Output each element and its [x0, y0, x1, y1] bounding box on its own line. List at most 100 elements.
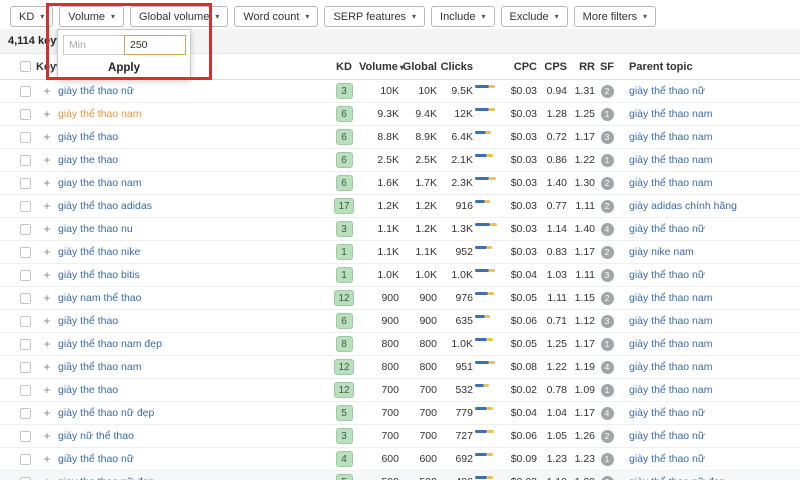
row-checkbox[interactable]	[20, 293, 31, 304]
keyword-link[interactable]: giày thể thao nike	[58, 246, 140, 258]
row-checkbox[interactable]	[20, 316, 31, 327]
row-checkbox[interactable]	[20, 247, 31, 258]
serp-features-badge[interactable]: 2	[601, 292, 614, 305]
serp-features-badge[interactable]: 3	[601, 131, 614, 144]
add-to-list-icon[interactable]: +	[36, 338, 58, 350]
keyword-link[interactable]: giày thể thao bitis	[58, 269, 140, 281]
serp-features-badge[interactable]: 3	[601, 315, 614, 328]
keyword-link[interactable]: giay the thao nam	[58, 177, 141, 189]
row-checkbox[interactable]	[20, 270, 31, 281]
row-checkbox[interactable]	[20, 339, 31, 350]
header-sf[interactable]: SF	[595, 61, 619, 73]
row-checkbox[interactable]	[20, 109, 31, 120]
parent-topic-link[interactable]: giày thể thao nữ	[629, 453, 705, 465]
row-checkbox[interactable]	[20, 155, 31, 166]
serp-features-badge[interactable]: 2	[601, 246, 614, 259]
header-clicks[interactable]: Clicks	[437, 61, 473, 73]
add-to-list-icon[interactable]: +	[36, 154, 58, 166]
serp-features-badge[interactable]: 3	[601, 269, 614, 282]
filter-button-more-filters[interactable]: More filters ▾	[574, 6, 656, 27]
keyword-link[interactable]: giày thể thao nam	[58, 108, 141, 120]
row-checkbox[interactable]	[20, 224, 31, 235]
parent-topic-link[interactable]: giày thể thao nam	[629, 292, 712, 304]
row-checkbox[interactable]	[20, 408, 31, 419]
serp-features-badge[interactable]: 2	[601, 85, 614, 98]
keyword-link[interactable]: giày thể thao	[58, 131, 118, 143]
parent-topic-link[interactable]: giày thể thao nữ	[629, 223, 705, 235]
add-to-list-icon[interactable]: +	[36, 200, 58, 212]
parent-topic-link[interactable]: giày thể thao nam	[629, 177, 712, 189]
volume-min-input[interactable]	[63, 35, 125, 55]
header-rr[interactable]: RR	[567, 61, 595, 73]
serp-features-badge[interactable]: 1	[601, 338, 614, 351]
serp-features-badge[interactable]: 1	[601, 154, 614, 167]
row-checkbox[interactable]	[20, 454, 31, 465]
keyword-link[interactable]: giày nữ thể thao	[58, 430, 134, 442]
parent-topic-link[interactable]: giày thể thao nam	[629, 315, 712, 327]
parent-topic-link[interactable]: giày thể thao nam	[629, 384, 712, 396]
add-to-list-icon[interactable]: +	[36, 407, 58, 419]
serp-features-badge[interactable]: 1	[601, 108, 614, 121]
add-to-list-icon[interactable]: +	[36, 223, 58, 235]
parent-topic-link[interactable]: giày thể thao nữ	[629, 430, 705, 442]
add-to-list-icon[interactable]: +	[36, 131, 58, 143]
keyword-link[interactable]: giầy thể thao	[58, 315, 118, 327]
parent-topic-link[interactable]: giày thể thao nữ đẹp	[629, 476, 725, 480]
keyword-link[interactable]: giay the thao nữ đẹp	[58, 476, 154, 480]
serp-features-badge[interactable]: 2	[601, 430, 614, 443]
row-checkbox[interactable]	[20, 178, 31, 189]
keyword-link[interactable]: giầy thể thao nữ	[58, 453, 134, 465]
parent-topic-link[interactable]: giày nike nam	[629, 246, 694, 258]
keyword-link[interactable]: giày nam thể thao	[58, 292, 141, 304]
serp-features-badge[interactable]: 4	[601, 223, 614, 236]
parent-topic-link[interactable]: giày thể thao nữ	[629, 85, 705, 97]
keyword-link[interactable]: giày thể thao nữ đẹp	[58, 407, 154, 419]
header-cps[interactable]: CPS	[537, 61, 567, 73]
keyword-link[interactable]: giay the thao nu	[58, 223, 133, 235]
keyword-link[interactable]: giay the thao	[58, 154, 118, 166]
filter-button-global-volume[interactable]: Global volume ▾	[130, 6, 228, 27]
volume-value-input[interactable]	[124, 35, 186, 55]
serp-features-badge[interactable]: 4	[601, 361, 614, 374]
filter-button-exclude[interactable]: Exclude ▾	[501, 6, 568, 27]
serp-features-badge[interactable]: 2	[601, 200, 614, 213]
add-to-list-icon[interactable]: +	[36, 430, 58, 442]
serp-features-badge[interactable]: 4	[601, 407, 614, 420]
parent-topic-link[interactable]: giày thể thao nam	[629, 154, 712, 166]
row-checkbox[interactable]	[20, 477, 31, 480]
add-to-list-icon[interactable]: +	[36, 476, 58, 480]
keyword-link[interactable]: giày thể thao adidas	[58, 200, 152, 212]
select-all-checkbox[interactable]	[20, 61, 31, 72]
row-checkbox[interactable]	[20, 132, 31, 143]
filter-button-serp-features[interactable]: SERP features ▾	[324, 6, 425, 27]
header-volume[interactable]: Volume▾	[359, 61, 399, 73]
parent-topic-link[interactable]: giày adidas chính hãng	[629, 200, 737, 212]
row-checkbox[interactable]	[20, 201, 31, 212]
row-checkbox[interactable]	[20, 86, 31, 97]
parent-topic-link[interactable]: giày thể thao nam	[629, 338, 712, 350]
keyword-link[interactable]: giày thể thao nữ	[58, 85, 134, 97]
add-to-list-icon[interactable]: +	[36, 85, 58, 97]
parent-topic-link[interactable]: giày thể thao nam	[629, 131, 712, 143]
filter-button-volume[interactable]: Volume ▾	[59, 6, 124, 27]
filter-button-word-count[interactable]: Word count ▾	[234, 6, 318, 27]
parent-topic-link[interactable]: giày thể thao nữ	[629, 269, 705, 281]
header-parent-topic[interactable]: Parent topic	[619, 61, 800, 73]
apply-button[interactable]: Apply	[58, 56, 190, 80]
parent-topic-link[interactable]: giày thể thao nam	[629, 108, 712, 120]
header-cpc[interactable]: CPC	[507, 61, 537, 73]
serp-features-badge[interactable]: 1	[601, 453, 614, 466]
add-to-list-icon[interactable]: +	[36, 177, 58, 189]
add-to-list-icon[interactable]: +	[36, 315, 58, 327]
add-to-list-icon[interactable]: +	[36, 384, 58, 396]
serp-features-badge[interactable]: 2	[601, 177, 614, 190]
add-to-list-icon[interactable]: +	[36, 108, 58, 120]
add-to-list-icon[interactable]: +	[36, 361, 58, 373]
header-global[interactable]: Global	[399, 61, 437, 73]
serp-features-badge[interactable]: 1	[601, 384, 614, 397]
header-kd[interactable]: KD	[329, 61, 359, 73]
keyword-link[interactable]: giày the thao	[58, 384, 118, 396]
row-checkbox[interactable]	[20, 362, 31, 373]
parent-topic-link[interactable]: giày thể thao nam	[629, 361, 712, 373]
filter-button-kd[interactable]: KD ▾	[10, 6, 53, 27]
